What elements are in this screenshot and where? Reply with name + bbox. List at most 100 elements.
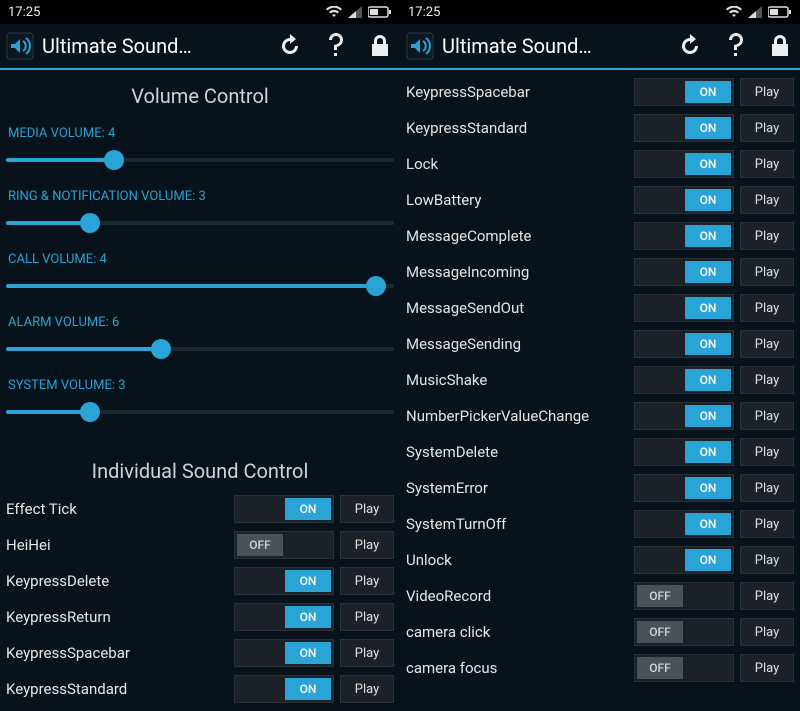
sound-label: camera focus: [406, 659, 628, 677]
toggle[interactable]: ON: [634, 222, 734, 250]
sound-label: SystemTurnOff: [406, 515, 628, 533]
sound-row: SystemError ONPlay: [400, 470, 800, 506]
play-button[interactable]: Play: [740, 258, 794, 286]
toggle[interactable]: ON: [634, 546, 734, 574]
sound-row: MessageComplete ONPlay: [400, 218, 800, 254]
sound-label: VideoRecord: [406, 587, 628, 605]
sound-label: MessageSendOut: [406, 299, 628, 317]
toggle[interactable]: OFF: [234, 531, 334, 559]
sound-row: NumberPickerValueChange ONPlay: [400, 398, 800, 434]
play-button[interactable]: Play: [740, 294, 794, 322]
slider-label: SYSTEM VOLUME: 3: [4, 378, 396, 399]
status-icons: [726, 6, 792, 18]
toggle[interactable]: OFF: [634, 654, 734, 682]
play-button[interactable]: Play: [340, 675, 394, 703]
play-button[interactable]: Play: [340, 603, 394, 631]
play-button[interactable]: Play: [340, 495, 394, 523]
ring-volume-slider[interactable]: RING & NOTIFICATION VOLUME: 3: [2, 183, 398, 246]
sound-row: LowBattery ONPlay: [400, 182, 800, 218]
play-button[interactable]: Play: [740, 366, 794, 394]
help-icon: [326, 33, 346, 59]
system-volume-slider[interactable]: SYSTEM VOLUME: 3: [2, 372, 398, 435]
sound-label: KeypressSpacebar: [6, 644, 228, 662]
sound-label: KeypressStandard: [406, 119, 628, 137]
toggle[interactable]: ON: [234, 675, 334, 703]
toggle[interactable]: ON: [634, 474, 734, 502]
refresh-button[interactable]: [678, 34, 702, 58]
refresh-button[interactable]: [278, 34, 302, 58]
sound-row: Unlock ONPlay: [400, 542, 800, 578]
play-button[interactable]: Play: [740, 546, 794, 574]
app-speaker-icon: [406, 32, 434, 60]
status-time: 17:25: [408, 5, 440, 20]
toggle[interactable]: ON: [234, 495, 334, 523]
sound-row: KeypressStandard ONPlay: [0, 671, 400, 707]
app-speaker-icon: [6, 32, 34, 60]
app-title: Ultimate Sound…: [42, 34, 270, 58]
sound-label: MessageSending: [406, 335, 628, 353]
sound-label: KeypressStandard: [6, 680, 228, 698]
play-button[interactable]: Play: [740, 618, 794, 646]
call-volume-slider[interactable]: CALL VOLUME: 4: [2, 246, 398, 309]
sound-label: LowBattery: [406, 191, 628, 209]
toggle[interactable]: ON: [634, 186, 734, 214]
toggle[interactable]: ON: [234, 603, 334, 631]
slider-label: MEDIA VOLUME: 4: [4, 126, 396, 147]
toggle[interactable]: ON: [634, 366, 734, 394]
help-button[interactable]: [326, 33, 346, 59]
play-button[interactable]: Play: [740, 150, 794, 178]
play-button[interactable]: Play: [740, 78, 794, 106]
sound-label: SystemError: [406, 479, 628, 497]
toggle[interactable]: ON: [634, 438, 734, 466]
status-icons: [326, 6, 392, 18]
sound-row: MessageSending ONPlay: [400, 326, 800, 362]
play-button[interactable]: Play: [740, 582, 794, 610]
lock-button[interactable]: [770, 34, 790, 58]
lock-icon: [370, 34, 390, 58]
play-button[interactable]: Play: [740, 222, 794, 250]
toggle[interactable]: ON: [634, 258, 734, 286]
play-button[interactable]: Play: [740, 186, 794, 214]
status-bar: 17:25: [0, 0, 400, 24]
toggle[interactable]: ON: [234, 639, 334, 667]
play-button[interactable]: Play: [340, 567, 394, 595]
toggle[interactable]: ON: [634, 78, 734, 106]
sound-label: Unlock: [406, 551, 628, 569]
toggle[interactable]: ON: [634, 402, 734, 430]
left-content: Volume Control MEDIA VOLUME: 4 RING & NOT…: [0, 70, 400, 711]
sound-label: NumberPickerValueChange: [406, 407, 628, 425]
app-bar: Ultimate Sound…: [0, 24, 400, 70]
toggle[interactable]: OFF: [634, 618, 734, 646]
toggle[interactable]: ON: [634, 150, 734, 178]
play-button[interactable]: Play: [340, 639, 394, 667]
slider-label: ALARM VOLUME: 6: [4, 315, 396, 336]
refresh-icon: [278, 34, 302, 58]
toggle[interactable]: ON: [634, 114, 734, 142]
volume-section-title: Volume Control: [0, 70, 400, 116]
sound-label: MessageComplete: [406, 227, 628, 245]
play-button[interactable]: Play: [740, 330, 794, 358]
toggle[interactable]: OFF: [634, 582, 734, 610]
help-button[interactable]: [726, 33, 746, 59]
media-volume-slider[interactable]: MEDIA VOLUME: 4: [2, 120, 398, 183]
play-button[interactable]: Play: [740, 654, 794, 682]
sound-label: MusicShake: [406, 371, 628, 389]
wifi-icon: [726, 6, 742, 18]
toggle[interactable]: ON: [634, 330, 734, 358]
play-button[interactable]: Play: [740, 402, 794, 430]
toggle[interactable]: ON: [634, 510, 734, 538]
lock-button[interactable]: [370, 34, 390, 58]
sound-row: KeypressDeleteONPlay: [0, 563, 400, 599]
app-bar: Ultimate Sound…: [400, 24, 800, 70]
play-button[interactable]: Play: [740, 474, 794, 502]
play-button[interactable]: Play: [740, 114, 794, 142]
signal-icon: [748, 6, 762, 18]
play-button[interactable]: Play: [740, 510, 794, 538]
play-button[interactable]: Play: [340, 531, 394, 559]
play-button[interactable]: Play: [740, 438, 794, 466]
toggle[interactable]: ON: [634, 294, 734, 322]
sound-row: KeypressStandard ONPlay: [400, 110, 800, 146]
toggle[interactable]: ON: [234, 567, 334, 595]
alarm-volume-slider[interactable]: ALARM VOLUME: 6: [2, 309, 398, 372]
right-content: KeypressSpacebarONPlayKeypressStandardON…: [400, 70, 800, 711]
